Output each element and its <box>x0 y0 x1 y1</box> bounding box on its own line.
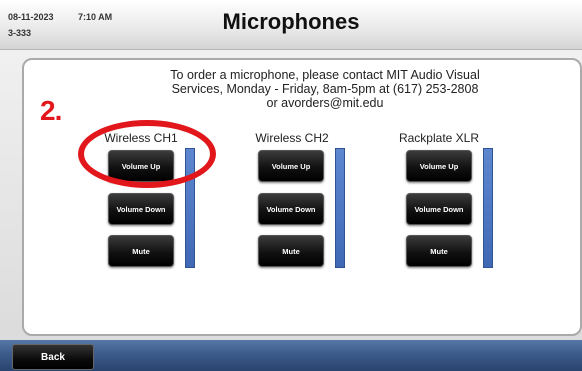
level-meter-xlr <box>483 148 493 268</box>
order-info-line-2: Services, Monday - Friday, 8am-5pm at (6… <box>171 82 479 96</box>
mute-button-ch1[interactable]: Mute <box>108 235 174 267</box>
order-info-line-1: To order a microphone, please contact MI… <box>170 68 480 82</box>
order-info: To order a microphone, please contact MI… <box>120 68 530 110</box>
channel-label-wireless-ch2: Wireless CH2 <box>255 131 329 145</box>
level-meter-ch2 <box>335 148 345 268</box>
step-number-annotation: 2. <box>40 95 62 126</box>
volume-down-button-ch2[interactable]: Volume Down <box>258 193 324 225</box>
volume-down-button-xlr[interactable]: Volume Down <box>406 193 472 225</box>
volume-up-button-ch2[interactable]: Volume Up <box>258 150 324 182</box>
mute-button-ch2[interactable]: Mute <box>258 235 324 267</box>
volume-down-button-ch1[interactable]: Volume Down <box>108 193 174 225</box>
order-info-line-3: or avorders@mit.edu <box>266 96 384 110</box>
back-button[interactable]: Back <box>12 344 94 370</box>
mute-button-xlr[interactable]: Mute <box>406 235 472 267</box>
volume-up-button-xlr[interactable]: Volume Up <box>406 150 472 182</box>
page-title: Microphones <box>222 9 360 34</box>
channel-label-rackplate-xlr: Rackplate XLR <box>398 131 480 145</box>
highlight-circle-annotation <box>78 120 216 188</box>
